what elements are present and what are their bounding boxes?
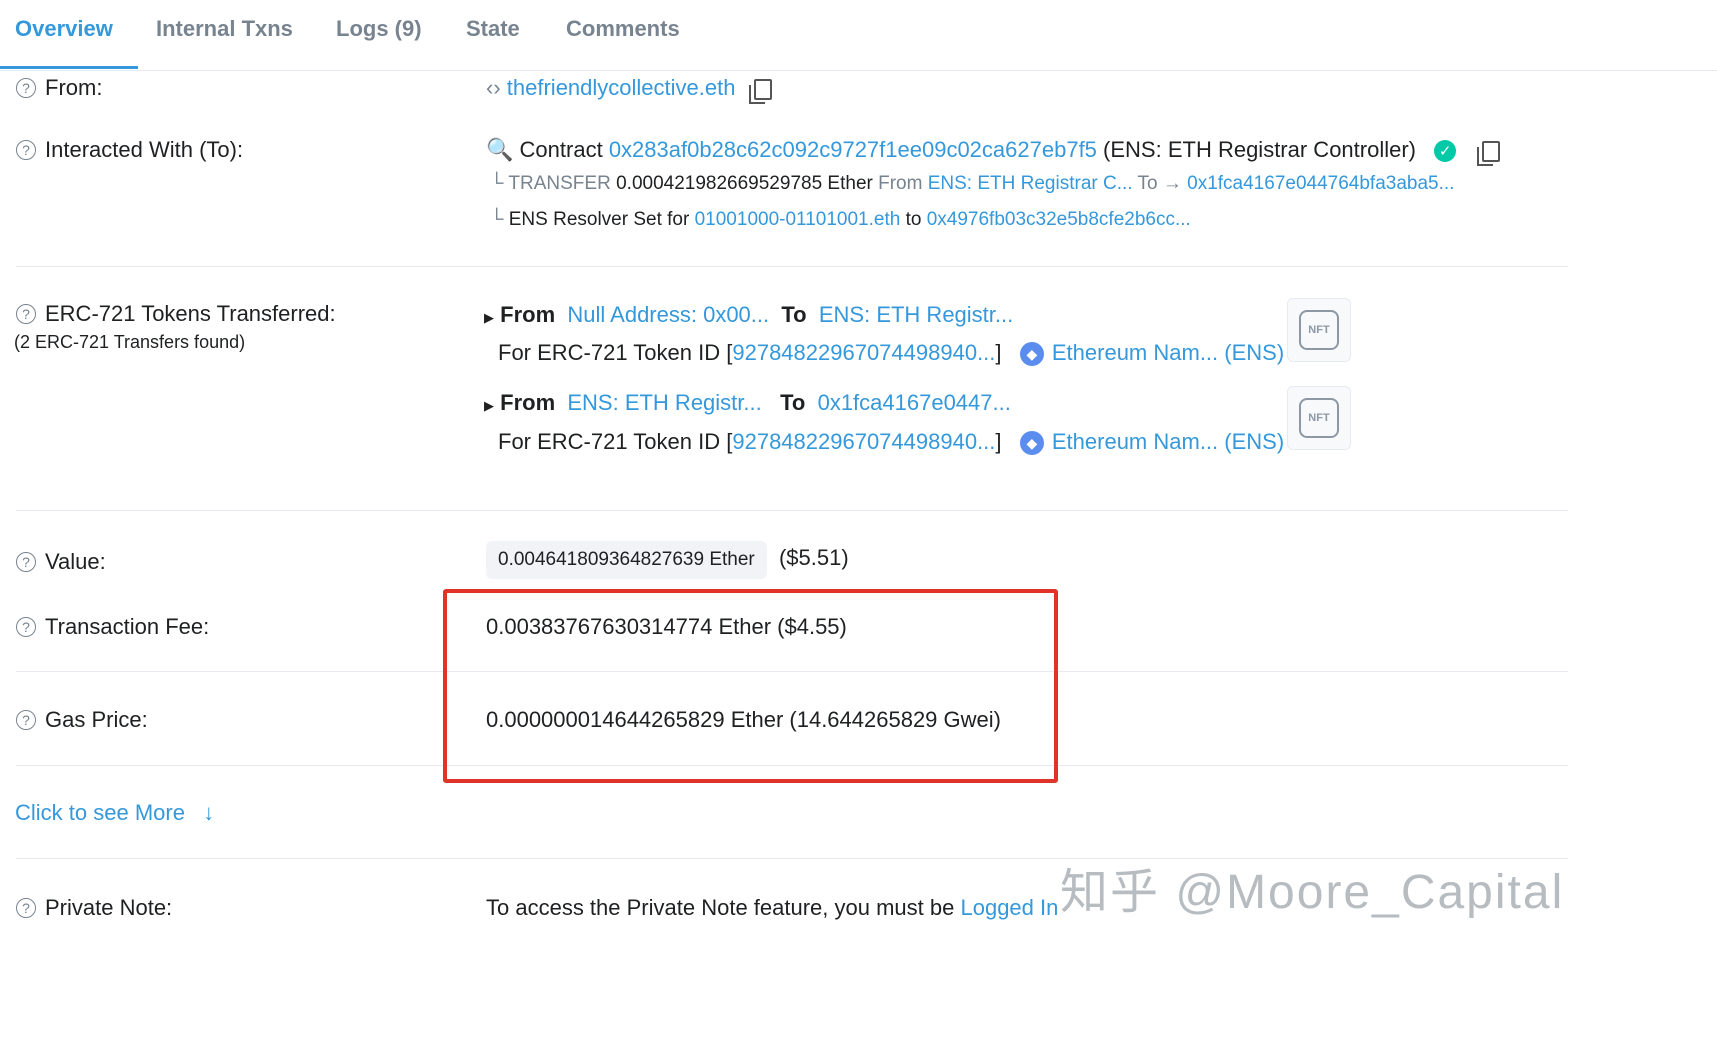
tab-bar: Overview Internal Txns Logs (9) State Co… (0, 0, 1717, 71)
ens-token-icon: ◆ (1019, 342, 1044, 367)
note-label: Private Note: (45, 895, 173, 920)
arrow-down-icon[interactable]: ↓ (203, 800, 214, 825)
erc721-token-row-2: For ERC-721 Token ID [927848229670744989… (498, 429, 1284, 456)
value-label: Value: (45, 549, 106, 574)
caret-right-icon[interactable]: ▶ (484, 310, 494, 325)
nft-icon: NFT (1299, 398, 1339, 438)
resolver-row: └ ENS Resolver Set for 01001000-01101001… (490, 209, 1191, 231)
resolver-address-link[interactable]: 0x4976fb03c32e5b8cfe2b6cc... (927, 209, 1191, 230)
value-usd: ($5.51) (778, 545, 849, 570)
contract-prefix: Contract (519, 137, 603, 162)
tab-overview[interactable]: Overview (15, 16, 113, 42)
transfer-from-link[interactable]: ENS: ETH Registrar C... (928, 173, 1133, 194)
erc721-from-link[interactable]: Null Address: 0x00... (567, 302, 769, 327)
transfer-amount: 0.000421982669529785 Ether (616, 173, 873, 194)
value-row: 0.004641809364827639 Ether ($5.51) (486, 541, 849, 579)
nft-thumbnail[interactable]: NFT (1287, 298, 1351, 362)
erc721-transfer-2: ▶ From ENS: ETH Registr... To 0x1fca4167… (484, 390, 1011, 416)
from-label-row: ? From: (16, 75, 102, 101)
to-label: Interacted With (To): (45, 137, 244, 162)
nft-thumbnail[interactable]: NFT (1287, 386, 1351, 450)
bracket: ] (995, 340, 1002, 365)
copy-icon[interactable] (1477, 140, 1501, 166)
verified-check-icon: ✓ (1434, 140, 1457, 163)
erc721-to-link[interactable]: 0x1fca4167e0447... (818, 390, 1011, 415)
ens-link-icon: ‹› (486, 75, 501, 100)
token-name-link[interactable]: Ethereum Nam... (ENS) (1052, 429, 1284, 454)
tree-branch-icon: └ (490, 209, 504, 230)
tab-logs[interactable]: Logs (9) (336, 16, 422, 42)
help-icon: ? (16, 898, 36, 918)
gas-label-row: ? Gas Price: (16, 707, 148, 733)
erc721-label: ERC-721 Tokens Transferred: (45, 301, 336, 326)
erc721-transfer-1: ▶ From Null Address: 0x00... To ENS: ETH… (484, 302, 1013, 328)
to-value-row: 🔍 Contract 0x283af0b28c62c092c9727f1ee09… (486, 137, 1501, 166)
contract-address-link[interactable]: 0x283af0b28c62c092c9727f1ee09c02ca627eb7… (609, 137, 1097, 162)
transfer-to-link[interactable]: 0x1fca4167e044764bfa3aba5... (1187, 173, 1454, 194)
from-value-row: ‹› thefriendlycollective.eth (486, 75, 772, 104)
divider (16, 510, 1568, 511)
gas-label: Gas Price: (45, 707, 148, 732)
help-icon: ? (16, 552, 36, 572)
value-label-row: ? Value: (16, 549, 106, 575)
watermark: 知乎 @Moore_Capital (1060, 866, 1565, 919)
fee-label: Transaction Fee: (45, 614, 210, 639)
help-icon: ? (16, 304, 36, 324)
from-word: From (500, 302, 556, 327)
tab-internal-txns[interactable]: Internal Txns (156, 16, 293, 42)
caret-right-icon[interactable]: ▶ (484, 398, 494, 413)
fee-label-row: ? Transaction Fee: (16, 614, 209, 640)
token-name-link[interactable]: Ethereum Nam... (ENS) (1052, 340, 1284, 365)
token-id-label: For ERC-721 Token ID [ (498, 340, 733, 365)
internal-transfer-row: └ TRANSFER 0.000421982669529785 Ether Fr… (490, 173, 1454, 195)
help-icon: ? (16, 140, 36, 160)
to-label-row: ? Interacted With (To): (16, 137, 243, 163)
tree-branch-icon: └ (490, 173, 504, 194)
erc721-count: (2 ERC-721 Transfers found) (14, 332, 246, 352)
help-icon: ? (16, 617, 36, 637)
to-word: To (780, 390, 806, 415)
value-amount-badge: 0.004641809364827639 Ether (486, 541, 767, 579)
note-text: To access the Private Note feature, you … (486, 895, 955, 920)
tab-comments[interactable]: Comments (566, 16, 680, 42)
token-id-label: For ERC-721 Token ID [ (498, 429, 733, 454)
transfer-tag: TRANSFER (508, 173, 611, 194)
erc721-label-row: ? ERC-721 Tokens Transferred: (16, 301, 336, 327)
help-icon: ? (16, 710, 36, 730)
erc721-from-link[interactable]: ENS: ETH Registr... (567, 390, 761, 415)
contract-name: (ENS: ETH Registrar Controller) (1103, 137, 1416, 162)
highlight-annotation-box (443, 589, 1058, 783)
divider (16, 266, 1568, 267)
note-row: To access the Private Note feature, you … (486, 895, 1058, 921)
login-link[interactable]: Logged In (960, 895, 1058, 920)
see-more-row[interactable]: Click to see More ↓ (15, 800, 214, 826)
resolver-prefix: ENS Resolver Set for (508, 209, 690, 230)
copy-icon[interactable] (748, 78, 772, 104)
resolver-name-link[interactable]: 01001000-01101001.eth (695, 209, 901, 230)
tab-state[interactable]: State (466, 16, 520, 42)
arrow-right-icon: → (1162, 173, 1182, 194)
note-label-row: ? Private Note: (16, 895, 172, 921)
nft-icon: NFT (1299, 310, 1339, 350)
resolver-to-word: to (905, 209, 922, 230)
transfer-to-word: To (1137, 173, 1158, 194)
contract-search-icon: 🔍 (486, 137, 514, 162)
from-word: From (500, 390, 556, 415)
erc721-token-row-1: For ERC-721 Token ID [927848229670744989… (498, 340, 1284, 367)
help-icon: ? (16, 78, 36, 98)
see-more-link[interactable]: Click to see More (15, 800, 185, 825)
erc721-to-link[interactable]: ENS: ETH Registr... (819, 302, 1013, 327)
to-word: To (781, 302, 807, 327)
bracket: ] (995, 429, 1002, 454)
token-id-link[interactable]: 92784822967074498940... (732, 429, 995, 454)
active-tab-indicator (0, 66, 138, 69)
token-id-link[interactable]: 92784822967074498940... (732, 340, 995, 365)
from-label: From: (45, 75, 103, 100)
from-address-link[interactable]: thefriendlycollective.eth (507, 75, 736, 100)
transfer-from-word: From (878, 173, 923, 194)
ens-token-icon: ◆ (1019, 431, 1044, 456)
